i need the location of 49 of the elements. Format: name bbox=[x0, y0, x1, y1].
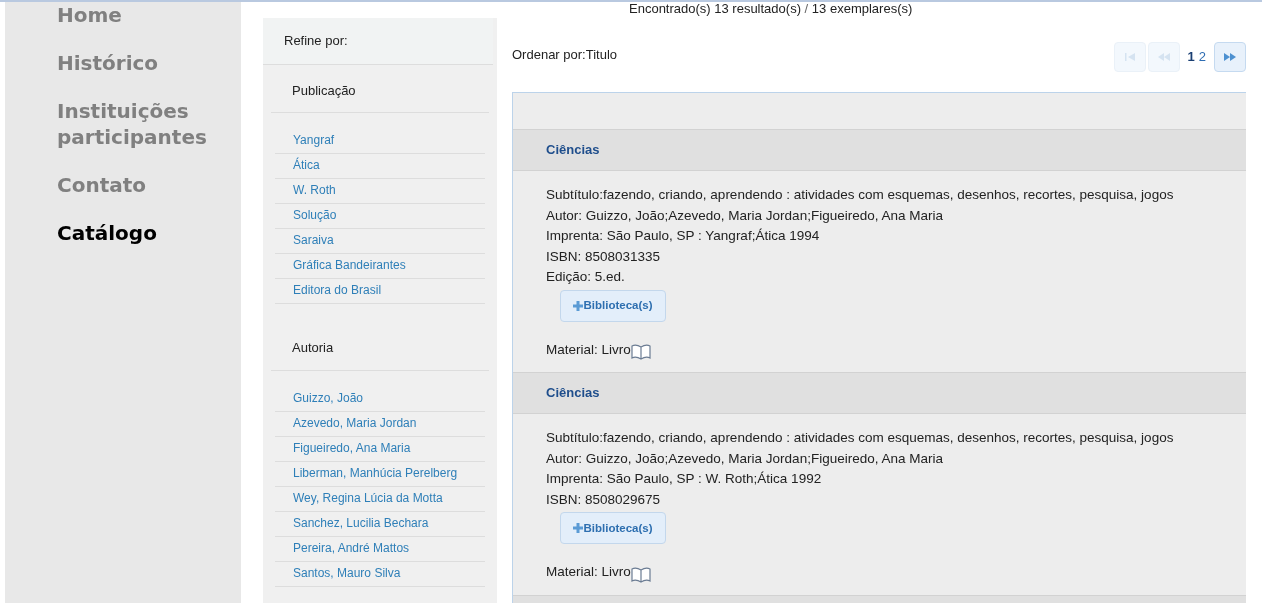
skip-start-icon bbox=[1123, 53, 1136, 61]
results-summary: Encontrado(s) 13 resultado(s) / 13 exemplares(s) bbox=[629, 2, 914, 16]
page-link[interactable]: 2 bbox=[1198, 47, 1206, 67]
plus-icon bbox=[573, 523, 584, 533]
double-right-arrow-icon bbox=[1224, 53, 1236, 61]
book-icon bbox=[630, 566, 651, 583]
refine-link[interactable]: Azevedo, Maria Jordan bbox=[275, 411, 485, 437]
nav-link[interactable]: Contato bbox=[57, 172, 241, 198]
double-left-arrow-icon bbox=[1157, 53, 1170, 61]
record-field: Imprenta: São Paulo, SP : Yangraf;Ática 1994 bbox=[546, 226, 1246, 247]
refine-link[interactable]: Figueiredo, Ana Maria bbox=[275, 436, 485, 462]
record-field: Imprenta: São Paulo, SP : W. Roth;Ática 1992 bbox=[546, 469, 1246, 490]
record-field: ISBN: 8508031335 bbox=[546, 246, 1246, 267]
record-title: Ciências bbox=[513, 129, 1246, 171]
record-field: Autor: Guizzo, João;Azevedo, Maria Jordan;Figueiredo, Ana Maria bbox=[546, 448, 1246, 469]
nav-link[interactable]: Catálogo bbox=[57, 220, 241, 246]
record-field: Subtítulo:fazendo, criando, aprendendo : atividades com esquemas, desenhos, recortes, pesquisa, jogos bbox=[546, 428, 1246, 449]
nav-link[interactable]: Home bbox=[57, 2, 241, 28]
record-field: Autor: Guizzo, João;Azevedo, Maria Jordan;Figueiredo, Ana Maria bbox=[546, 205, 1246, 226]
libraries-button[interactable]: Biblioteca(s) bbox=[560, 289, 666, 322]
refine-link[interactable]: Guizzo, João bbox=[275, 386, 485, 412]
refine-link[interactable]: Wey, Regina Lúcia da Motta bbox=[275, 486, 485, 512]
record-field: Edição: 5.ed. bbox=[546, 267, 1246, 288]
material-label: Material: Livro bbox=[546, 340, 631, 359]
nav-link[interactable]: Histórico bbox=[57, 50, 241, 76]
refine-link[interactable]: Sanchez, Lucilia Bechara bbox=[275, 511, 485, 537]
refine-link[interactable]: Yangraf bbox=[275, 129, 485, 154]
refine-link[interactable]: Gráfica Bandeirantes bbox=[275, 254, 485, 279]
refine-link[interactable]: W. Roth bbox=[275, 179, 485, 204]
material-label: Material: Livro bbox=[546, 563, 631, 581]
sort-label: Ordenar por:Titulo bbox=[512, 46, 617, 64]
refine-link[interactable]: Editora do Brasil bbox=[275, 279, 485, 304]
book-icon bbox=[630, 344, 651, 360]
refine-link[interactable]: Ática bbox=[275, 154, 485, 179]
record-field: ISBN: 8508029675 bbox=[546, 489, 1246, 510]
nav-link[interactable]: Instituições participantes bbox=[57, 98, 241, 150]
record-field: Subtítulo:fazendo, criando, aprendendo : atividades com esquemas, desenhos, recortes, pesquisa, jogos bbox=[546, 185, 1246, 206]
refine-group-title: Autoria bbox=[271, 322, 489, 371]
libraries-button[interactable]: Biblioteca(s) bbox=[560, 512, 666, 544]
refine-link[interactable]: Pereira, André Mattos bbox=[275, 536, 485, 562]
refine-link[interactable]: Solução bbox=[275, 204, 485, 229]
refine-link[interactable]: Santos, Mauro Silva bbox=[275, 561, 485, 587]
pager-button[interactable] bbox=[1214, 42, 1246, 72]
refine-link[interactable]: Liberman, Manhúcia Perelberg bbox=[275, 461, 485, 487]
plus-icon bbox=[573, 300, 584, 311]
record-title: Ciências bbox=[513, 372, 1246, 414]
refine-link[interactable]: Saraiva bbox=[275, 229, 485, 254]
refine-group-title: Publicação bbox=[271, 64, 489, 113]
page-link[interactable]: 1 bbox=[1187, 47, 1195, 67]
